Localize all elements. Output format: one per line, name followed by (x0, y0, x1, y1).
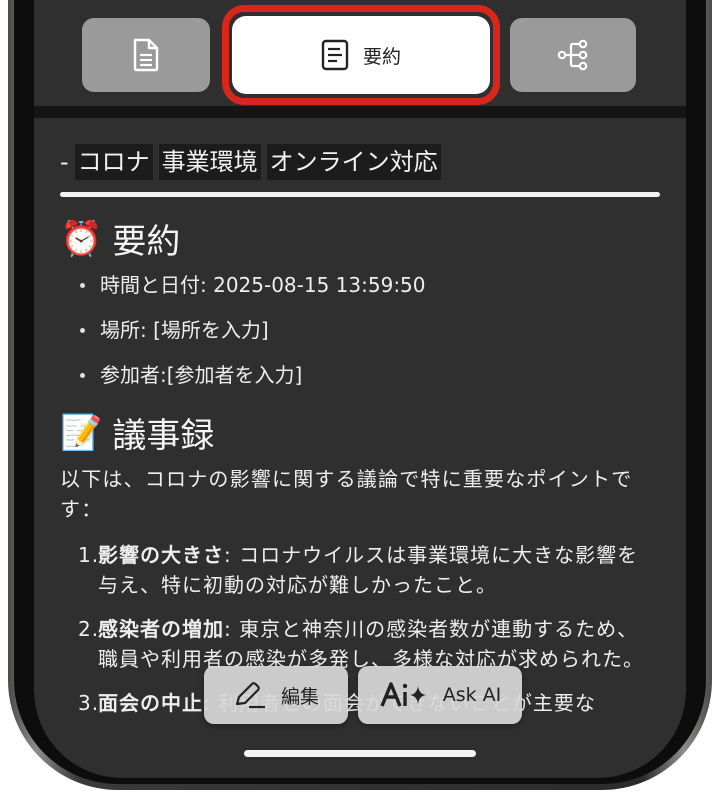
minutes-intro: 以下は、コロナの影響に関する議論で特に重要なポイントです： (60, 467, 633, 521)
list-item: 2. 感染者の増加: 東京と神奈川の感染者数が連動するため、職員や利用者の感染が多… (78, 614, 658, 674)
mindmap-tree-icon (557, 39, 588, 71)
list-item: 参加者:[参加者を入力] (78, 360, 426, 405)
summary-heading-text: 要約 (112, 222, 181, 262)
keyword-dash: - (60, 148, 69, 176)
list-number: 2. (78, 617, 100, 641)
keyword-tag: 事業環境 (158, 144, 261, 180)
alarm-clock-icon: ⏰ (60, 218, 103, 259)
list-item: 1. 影響の大きさ: コロナウイルスは事業環境に大きな影響を与え、特に初動の対応が… (78, 540, 658, 600)
ask-ai-button-label: Ask AI (442, 684, 502, 706)
home-indicator[interactable] (244, 750, 476, 757)
summary-content: - コロナ 事業環境 オンライン対応 ⏰ 要約 時間と日付: 2025-08-1… (34, 118, 686, 778)
phone-frame: 要約 - コロナ 事業環境 オンライン対応 ⏰ 要約 時間と日付: 2025-0… (0, 0, 720, 800)
tab-summary-label: 要約 (362, 45, 401, 68)
pencil-edit-icon (235, 682, 265, 709)
document-icon (133, 38, 159, 72)
ask-ai-button[interactable]: Ask AI (358, 666, 522, 724)
minutes-heading-text: 議事録 (112, 416, 215, 456)
list-item: 場所: [場所を入力] (78, 315, 426, 360)
app-screen: 要約 - コロナ 事業環境 オンライン対応 ⏰ 要約 時間と日付: 2025-0… (34, 0, 686, 778)
horizontal-rule (60, 192, 660, 197)
keyword-tag: オンライン対応 (266, 144, 441, 180)
list-item-title: 面会の中止 (98, 691, 203, 715)
edit-button[interactable]: 編集 (204, 666, 348, 724)
memo-icon: 📝 (60, 412, 103, 453)
edit-button-label: 編集 (280, 685, 319, 708)
list-item-title: 感染者の増加 (98, 617, 224, 641)
view-tab-bar: 要約 (34, 0, 686, 106)
summary-bullet-list: 時間と日付: 2025-08-15 13:59:50 場所: [場所を入力] 参… (78, 270, 426, 405)
tab-summary[interactable]: 要約 (232, 16, 490, 94)
tab-mindmap[interactable] (510, 18, 636, 92)
list-item-title: 影響の大きさ (98, 543, 224, 567)
list-number: 1. (78, 543, 100, 567)
keyword-tag: コロナ (74, 144, 153, 180)
floating-action-bar: 編集 Ask AI (204, 666, 522, 724)
keyword-tags: - コロナ 事業環境 オンライン対応 (60, 144, 441, 180)
ai-sparkle-icon (380, 682, 426, 707)
list-number: 3. (78, 691, 100, 715)
minutes-heading: 📝 議事録 (60, 408, 214, 457)
tab-document[interactable] (82, 18, 210, 92)
tab-bar-divider (34, 106, 686, 118)
list-item: 時間と日付: 2025-08-15 13:59:50 (78, 270, 426, 315)
summary-document-icon (321, 39, 349, 71)
summary-heading: ⏰ 要約 (60, 214, 180, 263)
